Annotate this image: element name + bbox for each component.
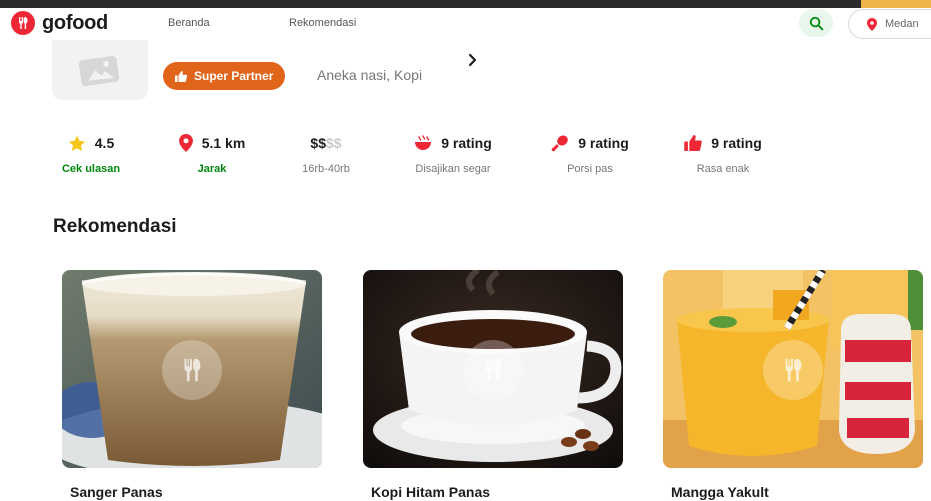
menu-card-mangga-yakult[interactable]: Mangga Yakult: [663, 270, 923, 500]
menu-card-kopi-hitam-panas[interactable]: Kopi Hitam Panas: [363, 270, 623, 500]
taste-label: Rasa enak: [696, 163, 750, 175]
stat-price: $$$$ 16rb-40rb: [276, 132, 376, 175]
menu-item-photo: [62, 270, 322, 468]
nav-link-beranda[interactable]: Beranda: [168, 17, 210, 29]
gofood-watermark-icon: [763, 340, 823, 400]
top-strip-accent: [861, 0, 931, 8]
gofood-watermark-icon: [162, 340, 222, 400]
location-selector[interactable]: Medan: [848, 9, 931, 39]
search-icon: [809, 16, 823, 30]
stat-portion: 9 rating Porsi pas: [540, 132, 640, 175]
distance-label: Jarak: [197, 163, 227, 175]
restaurant-thumbnail: [52, 40, 148, 100]
section-title-rekomendasi: Rekomendasi: [53, 216, 177, 237]
menu-item-name: Sanger Panas: [70, 484, 163, 500]
thumbs-up-icon: [684, 135, 702, 151]
menu-item-name: Mangga Yakult: [671, 484, 769, 500]
portion-rating-value: 9 rating: [578, 135, 629, 151]
thumbs-up-icon: [175, 70, 187, 82]
cek-ulasan-link[interactable]: Cek ulasan: [62, 163, 120, 175]
portion-label: Porsi pas: [567, 163, 613, 175]
fresh-rating-value: 9 rating: [441, 135, 492, 151]
search-button[interactable]: [799, 9, 833, 37]
super-partner-label: Super Partner: [194, 69, 274, 83]
price-level: $$$$: [310, 135, 341, 151]
restaurant-cuisine: Aneka nasi, Kopi: [317, 67, 423, 83]
stat-taste: 9 rating Rasa enak: [673, 132, 773, 175]
top-navbar: gofood Beranda Rekomendasi Medan: [0, 8, 931, 40]
price-level-inactive: $$: [326, 135, 342, 151]
nav-link-rekomendasi[interactable]: Rekomendasi: [289, 17, 356, 29]
menu-card-sanger-panas[interactable]: Sanger Panas: [62, 270, 322, 500]
stat-fresh: 9 rating Disajikan segar: [403, 132, 503, 175]
price-level-active: $$: [310, 135, 326, 151]
stat-distance: 5.1 km Jarak: [162, 132, 262, 175]
super-partner-badge: Super Partner: [163, 62, 286, 90]
location-pin-icon: [867, 17, 877, 31]
menu-item-photo: [363, 270, 623, 468]
location-pin-icon: [178, 134, 193, 152]
rating-value: 4.5: [94, 135, 115, 151]
top-strip: [0, 0, 931, 8]
star-icon: [68, 135, 85, 151]
gofood-wordmark: gofood: [42, 11, 108, 34]
chevron-right-icon[interactable]: [466, 52, 480, 73]
price-range-label: 16rb-40rb: [302, 163, 350, 175]
drumstick-icon: [551, 135, 568, 152]
gofood-logo-icon: [11, 11, 35, 35]
bowl-icon: [415, 135, 432, 150]
image-placeholder-icon: [78, 55, 120, 87]
location-label: Medan: [885, 18, 919, 30]
taste-rating-value: 9 rating: [711, 135, 762, 151]
menu-item-photo: [663, 270, 923, 468]
distance-value: 5.1 km: [201, 135, 246, 151]
gofood-logo[interactable]: gofood: [11, 11, 108, 35]
menu-item-name: Kopi Hitam Panas: [371, 484, 491, 500]
stat-rating[interactable]: 4.5 Cek ulasan: [41, 132, 141, 175]
fresh-label: Disajikan segar: [415, 163, 491, 175]
gofood-watermark-icon: [463, 340, 523, 400]
